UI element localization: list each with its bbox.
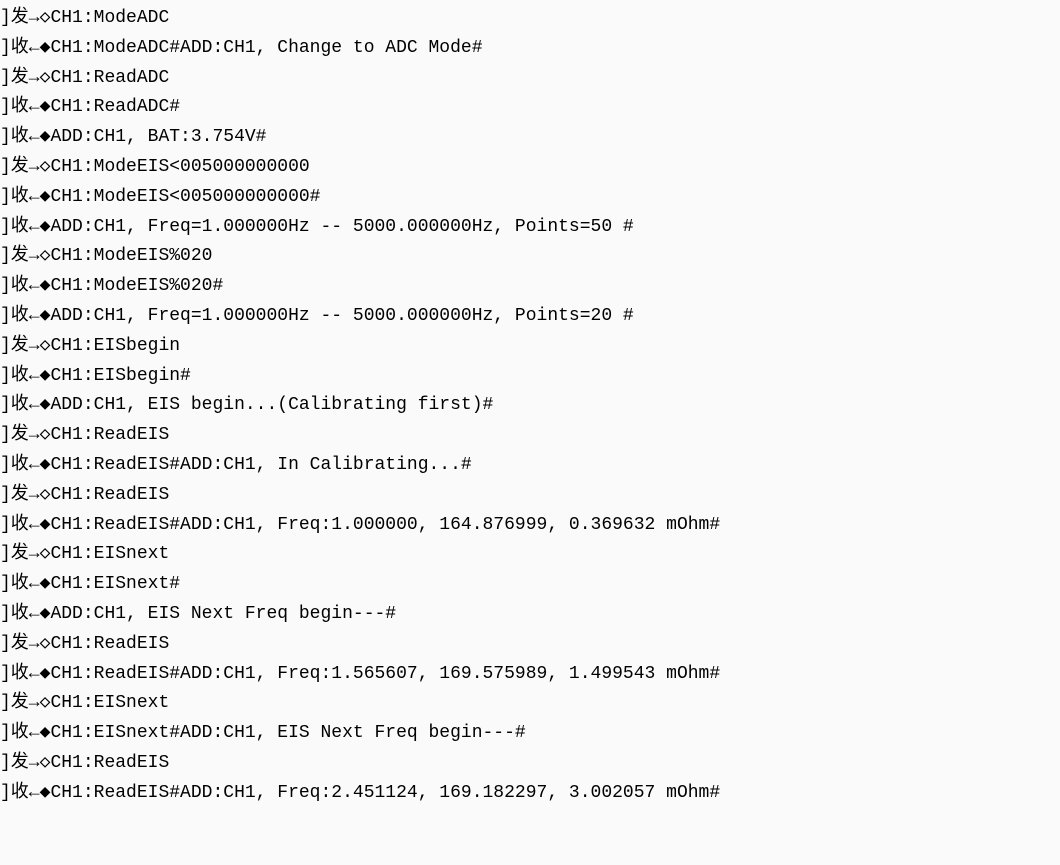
log-line: ]收←◆CH1:ReadEIS#ADD:CH1, Freq:1.565607, … (0, 660, 1060, 690)
log-line: ]收←◆CH1:EISnext# (0, 570, 1060, 600)
log-line: ]收←◆CH1:ReadEIS#ADD:CH1, Freq:2.451124, … (0, 779, 1060, 809)
log-line: ]发→◇CH1:ModeEIS<005000000000 (0, 153, 1060, 183)
log-line: ]收←◆CH1:ReadADC# (0, 93, 1060, 123)
log-line: ]收←◆ADD:CH1, EIS Next Freq begin---# (0, 600, 1060, 630)
log-line: ]发→◇CH1:ReadADC (0, 64, 1060, 94)
log-line: ]发→◇CH1:ReadEIS (0, 421, 1060, 451)
log-line: ]收←◆ADD:CH1, BAT:3.754V# (0, 123, 1060, 153)
log-line: ]发→◇CH1:EISbegin (0, 332, 1060, 362)
log-line: ]收←◆CH1:EISbegin# (0, 362, 1060, 392)
log-line: ]发→◇CH1:ReadEIS (0, 481, 1060, 511)
log-line: ]收←◆CH1:ReadEIS#ADD:CH1, In Calibrating.… (0, 451, 1060, 481)
log-line: ]收←◆ADD:CH1, Freq=1.000000Hz -- 5000.000… (0, 302, 1060, 332)
log-line: ]收←◆ADD:CH1, Freq=1.000000Hz -- 5000.000… (0, 213, 1060, 243)
log-line: ]收←◆CH1:ModeADC#ADD:CH1, Change to ADC M… (0, 34, 1060, 64)
log-line: ]收←◆ADD:CH1, EIS begin...(Calibrating fi… (0, 391, 1060, 421)
log-line: ]收←◆CH1:ReadEIS#ADD:CH1, Freq:1.000000, … (0, 511, 1060, 541)
log-line: ]发→◇CH1:EISnext (0, 689, 1060, 719)
log-line: ]发→◇CH1:ModeADC (0, 4, 1060, 34)
serial-log-output: ]发→◇CH1:ModeADC]收←◆CH1:ModeADC#ADD:CH1, … (0, 4, 1060, 809)
log-line: ]发→◇CH1:ModeEIS%020 (0, 242, 1060, 272)
log-line: ]收←◆CH1:ModeEIS%020# (0, 272, 1060, 302)
log-line: ]发→◇CH1:ReadEIS (0, 749, 1060, 779)
log-line: ]发→◇CH1:EISnext (0, 540, 1060, 570)
log-line: ]收←◆CH1:ModeEIS<005000000000# (0, 183, 1060, 213)
log-line: ]收←◆CH1:EISnext#ADD:CH1, EIS Next Freq b… (0, 719, 1060, 749)
log-line: ]发→◇CH1:ReadEIS (0, 630, 1060, 660)
